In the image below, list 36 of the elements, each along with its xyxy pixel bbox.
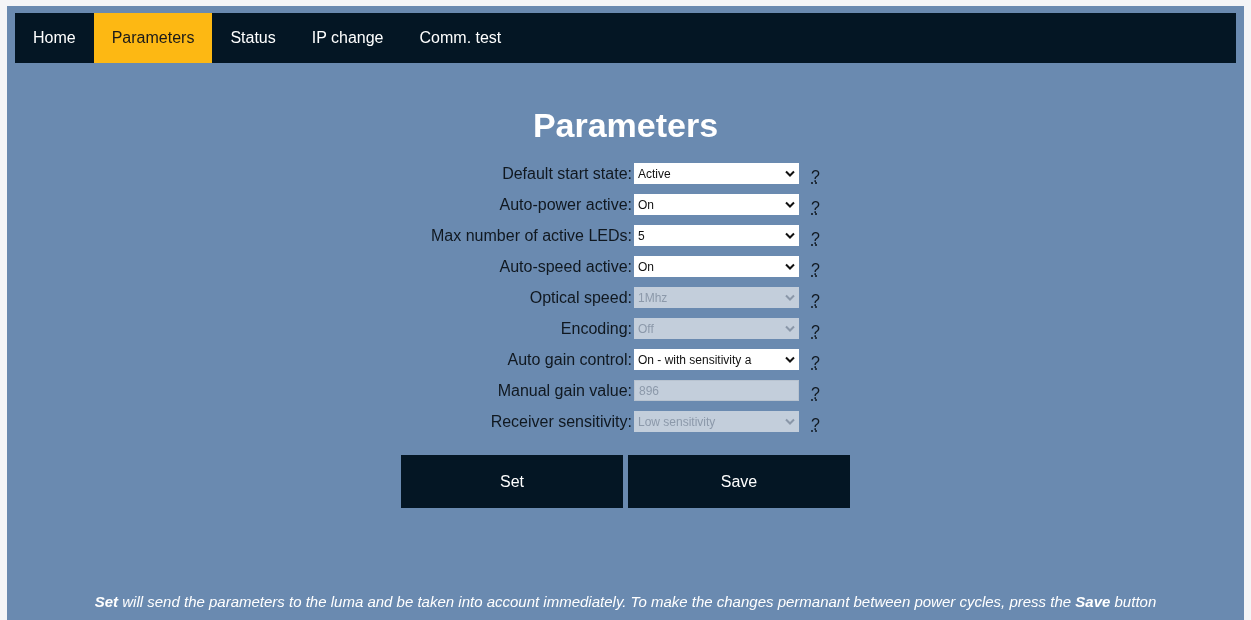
field-label: Auto-power active:	[498, 194, 632, 215]
field-label: Max number of active LEDs:	[430, 225, 632, 246]
help-link[interactable]: ?	[811, 164, 820, 189]
chevron-down-icon	[785, 232, 795, 239]
chevron-down-icon	[785, 294, 795, 301]
nav-tab[interactable]: Home	[15, 13, 94, 63]
action-button[interactable]: Set	[401, 455, 623, 508]
dropdown[interactable]: On	[634, 256, 799, 277]
chevron-down-icon	[785, 356, 795, 363]
help-link[interactable]: ?	[811, 350, 820, 375]
field-label: Auto gain control:	[506, 349, 632, 370]
field-label: Manual gain value:	[496, 380, 632, 401]
chevron-down-icon	[785, 201, 795, 208]
nav-tab[interactable]: Status	[212, 13, 294, 63]
chevron-down-icon	[785, 325, 795, 332]
field-label: Receiver sensitivity:	[489, 411, 632, 432]
chevron-down-icon	[785, 170, 795, 177]
nav-tab[interactable]: Parameters	[93, 13, 213, 63]
field-label: Optical speed:	[528, 287, 632, 308]
field-label: Auto-speed active:	[498, 256, 632, 277]
nav-tab[interactable]: IP change	[293, 13, 402, 63]
action-button[interactable]: Save	[628, 455, 850, 508]
help-link[interactable]: ?	[811, 226, 820, 251]
page-title: Parameters	[531, 105, 720, 145]
field-label: Encoding:	[559, 318, 632, 339]
dropdown[interactable]: Active	[634, 163, 799, 184]
chevron-down-icon	[785, 418, 795, 425]
dropdown[interactable]: On - with sensitivity a	[634, 349, 799, 370]
help-link[interactable]: ?	[811, 257, 820, 282]
footer-note: Set will send the parameters to the luma and be taken into account immediately. To make the changes permanant between power cycles, press the Save button	[93, 592, 1158, 612]
help-link[interactable]: ?	[811, 195, 820, 220]
nav-tab[interactable]: Comm. test	[401, 13, 520, 63]
field-label: Default start state:	[501, 163, 632, 184]
chevron-down-icon	[785, 263, 795, 270]
dropdown[interactable]: 5	[634, 225, 799, 246]
dropdown[interactable]: On	[634, 194, 799, 215]
